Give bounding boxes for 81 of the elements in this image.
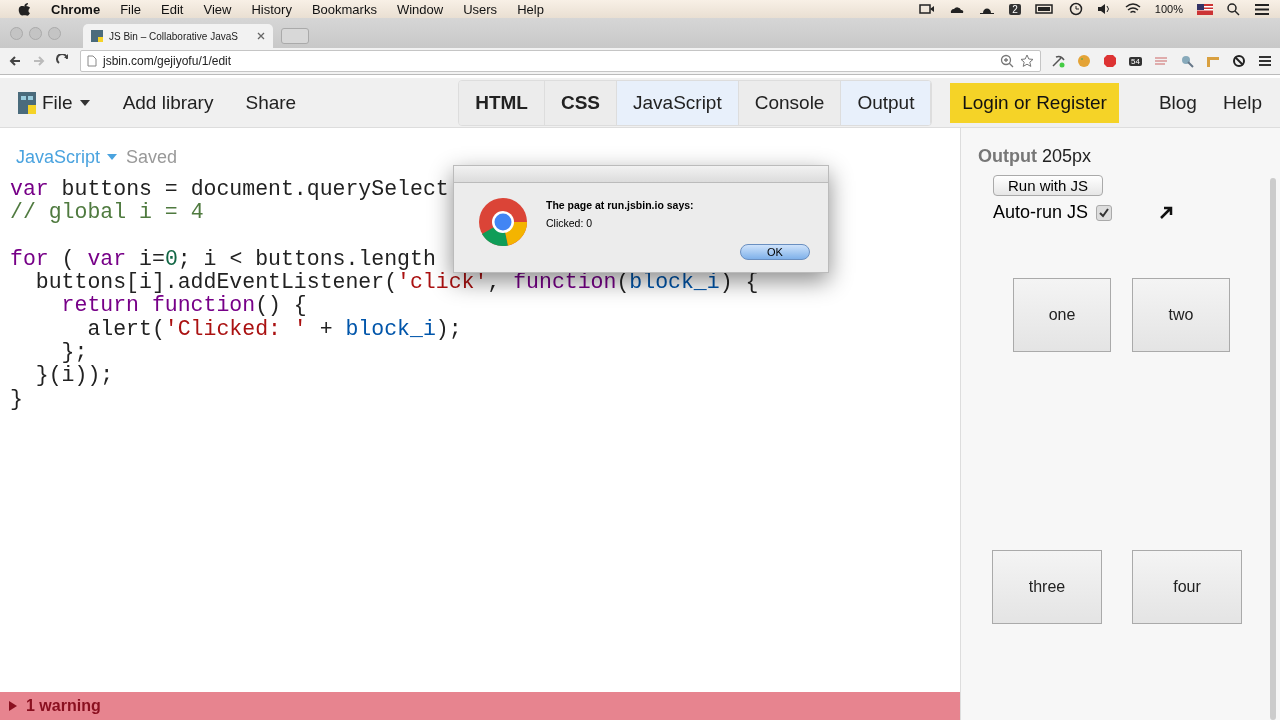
run-button[interactable]: Run with JS [993, 175, 1104, 196]
output-heading: Output 205px [978, 146, 1093, 167]
tab-title: JS Bin – Collaborative JavaS [109, 30, 239, 42]
extension-badge: 54 [1129, 56, 1142, 66]
battery-icon [1034, 3, 1055, 15]
panel-tab[interactable]: CSS [544, 80, 617, 125]
panel-tab[interactable]: HTML [459, 80, 545, 125]
forward-icon [32, 54, 46, 68]
wifi-icon [1124, 3, 1141, 15]
code-line: // global i = 4 [10, 201, 204, 225]
list-icon [1254, 2, 1270, 16]
panel-tab[interactable]: Output [841, 80, 932, 125]
page-icon [87, 55, 97, 67]
output-button[interactable]: four [1132, 550, 1242, 624]
login-button[interactable]: Login or Register [950, 82, 1119, 123]
menu-item[interactable]: History [251, 1, 292, 17]
app-menu[interactable]: Chrome [51, 1, 101, 17]
volume-icon [1096, 3, 1111, 15]
caret-icon [78, 98, 91, 107]
camera-icon [919, 3, 936, 15]
menu-item[interactable]: Bookmarks [311, 1, 377, 17]
output-button[interactable]: two [1132, 278, 1230, 352]
window-control[interactable] [10, 26, 23, 40]
menu-item[interactable]: Window [396, 1, 444, 17]
apple-icon [18, 2, 31, 16]
lines-icon [1154, 54, 1168, 68]
count-badge: 2 [1009, 3, 1021, 15]
panel-tab[interactable]: JavaScript [617, 80, 739, 125]
code-line: } [10, 387, 23, 411]
app-logo-icon [18, 91, 36, 114]
code-line: }(i)); [35, 364, 114, 388]
search-icon [1227, 2, 1240, 16]
url-text: jsbin.com/gejiyofu/1/edit [103, 54, 233, 68]
code-line: }; [61, 341, 88, 365]
menu-item[interactable]: View [203, 1, 232, 17]
alert-title: The page at run.jsbin.io says: [546, 199, 694, 211]
back-icon [8, 54, 22, 68]
window-control[interactable] [29, 26, 42, 40]
cookie-icon [1077, 54, 1092, 68]
code-line: return function() { [61, 294, 307, 318]
autorun-checkbox[interactable] [1096, 204, 1113, 221]
arrow-icon [1158, 204, 1175, 221]
pickaxe-icon [1051, 54, 1066, 68]
menu-item[interactable]: File [120, 1, 142, 17]
code-line: alert('Clicked: ' + block_i); [87, 317, 462, 342]
save-status: Saved [126, 146, 178, 168]
window-control[interactable] [48, 26, 61, 40]
browser-tab[interactable]: JS Bin – Collaborative JavaS [83, 24, 273, 48]
caret-icon [106, 153, 119, 161]
close-icon [257, 32, 265, 40]
star-icon [1020, 54, 1035, 68]
code-line: for ( var i=0; i < buttons.length [10, 247, 436, 272]
menu-item[interactable]: Users [463, 1, 498, 17]
triangle-icon [8, 700, 18, 712]
browser-logo-icon [478, 197, 528, 247]
zoom-icon [1000, 54, 1015, 68]
scrollbar[interactable] [1270, 178, 1276, 720]
toolbar-link[interactable]: Blog [1158, 91, 1197, 114]
clock-icon [1068, 2, 1083, 16]
app-logo-icon [91, 30, 103, 42]
ok-button[interactable]: OK [740, 244, 810, 260]
flag-icon [1197, 3, 1213, 15]
toolbar-link[interactable]: Help [1222, 91, 1262, 114]
stop-sign-icon [1103, 54, 1118, 68]
code-line: var buttons = document.querySelect [10, 178, 449, 202]
menu-item[interactable]: Help [517, 1, 544, 17]
warning-text: 1 warning [26, 697, 101, 715]
panel-tab[interactable]: Console [738, 80, 842, 125]
address-bar[interactable]: jsbin.com/gejiyofu/1/edit [80, 50, 1042, 72]
menu-item[interactable]: Edit [161, 1, 184, 17]
toolbar-link[interactable]: Share [245, 91, 297, 114]
battery-percentage: 100% [1154, 3, 1183, 15]
new-tab-button[interactable] [281, 28, 309, 44]
output-button[interactable]: one [1013, 278, 1111, 352]
toolbar-link[interactable]: File [18, 91, 91, 114]
autorun-label: Auto-run JS [993, 202, 1089, 223]
alert-message: Clicked: 0 [546, 217, 594, 229]
menu-icon [1258, 54, 1272, 68]
output-button[interactable]: three [992, 550, 1102, 624]
toolbar-link[interactable]: Add library [122, 91, 214, 114]
warning-bar[interactable]: 1 warning [0, 692, 960, 720]
